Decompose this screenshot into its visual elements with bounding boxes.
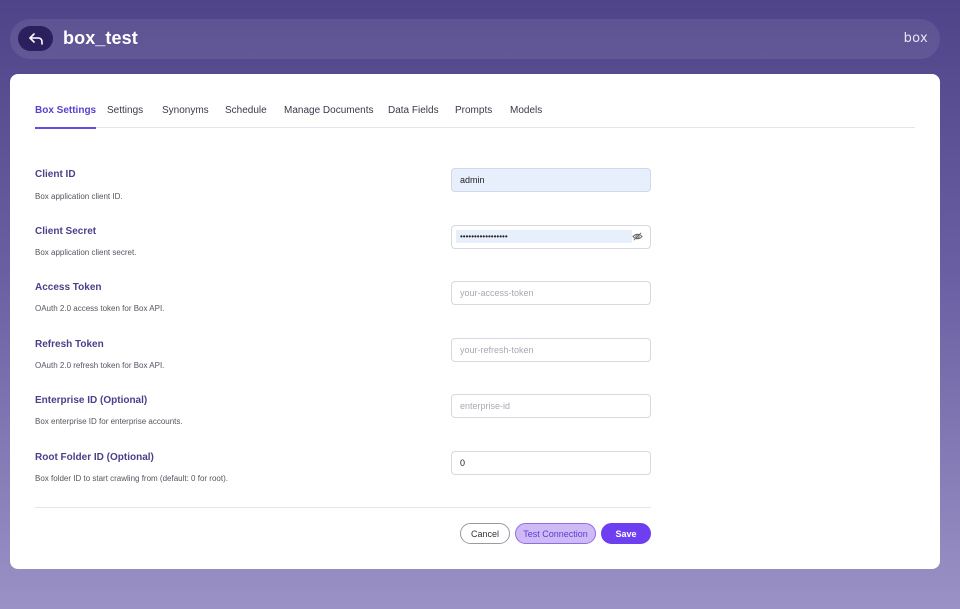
client-secret-field bbox=[451, 225, 651, 249]
save-button[interactable]: Save bbox=[601, 523, 651, 544]
root-folder-id-label: Root Folder ID (Optional) bbox=[35, 452, 154, 463]
access-token-label: Access Token bbox=[35, 282, 102, 293]
settings-card: Box Settings Settings Synonyms Schedule … bbox=[10, 74, 940, 569]
tab-models[interactable]: Models bbox=[510, 105, 542, 128]
root-folder-id-description: Box folder ID to start crawling from (de… bbox=[35, 474, 228, 483]
enterprise-id-label: Enterprise ID (Optional) bbox=[35, 395, 148, 406]
tab-settings[interactable]: Settings bbox=[107, 105, 143, 128]
divider bbox=[35, 507, 651, 508]
tab-bar: Box Settings Settings Synonyms Schedule … bbox=[35, 105, 915, 129]
client-secret-input[interactable] bbox=[456, 230, 632, 243]
tab-schedule[interactable]: Schedule bbox=[225, 105, 267, 128]
refresh-token-label: Refresh Token bbox=[35, 339, 104, 350]
arrow-back-icon bbox=[28, 32, 43, 45]
refresh-token-input[interactable] bbox=[451, 338, 651, 362]
box-logo: box bbox=[903, 31, 928, 46]
access-token-description: OAuth 2.0 access token for Box API. bbox=[35, 304, 165, 313]
enterprise-id-input[interactable] bbox=[451, 394, 651, 418]
client-id-description: Box application client ID. bbox=[35, 192, 123, 201]
tab-synonyms[interactable]: Synonyms bbox=[162, 105, 209, 128]
client-secret-description: Box application client secret. bbox=[35, 248, 137, 257]
client-secret-label: Client Secret bbox=[35, 226, 97, 237]
back-button[interactable] bbox=[18, 26, 53, 51]
cancel-button[interactable]: Cancel bbox=[460, 523, 510, 544]
header-bar: box_test box bbox=[10, 19, 940, 59]
tab-data-fields[interactable]: Data Fields bbox=[388, 105, 439, 128]
tab-box-settings[interactable]: Box Settings bbox=[35, 105, 97, 129]
tab-manage-documents[interactable]: Manage Documents bbox=[284, 105, 374, 128]
test-connection-button[interactable]: Test Connection bbox=[515, 523, 596, 544]
root-folder-id-input[interactable] bbox=[451, 451, 651, 475]
tab-prompts[interactable]: Prompts bbox=[455, 105, 492, 128]
client-id-label: Client ID bbox=[35, 169, 76, 180]
enterprise-id-description: Box enterprise ID for enterprise account… bbox=[35, 417, 183, 426]
access-token-input[interactable] bbox=[451, 281, 651, 305]
eye-off-icon[interactable] bbox=[632, 231, 643, 242]
page-title: box_test bbox=[63, 28, 138, 48]
client-id-input[interactable] bbox=[451, 168, 651, 192]
refresh-token-description: OAuth 2.0 refresh token for Box API. bbox=[35, 361, 165, 370]
